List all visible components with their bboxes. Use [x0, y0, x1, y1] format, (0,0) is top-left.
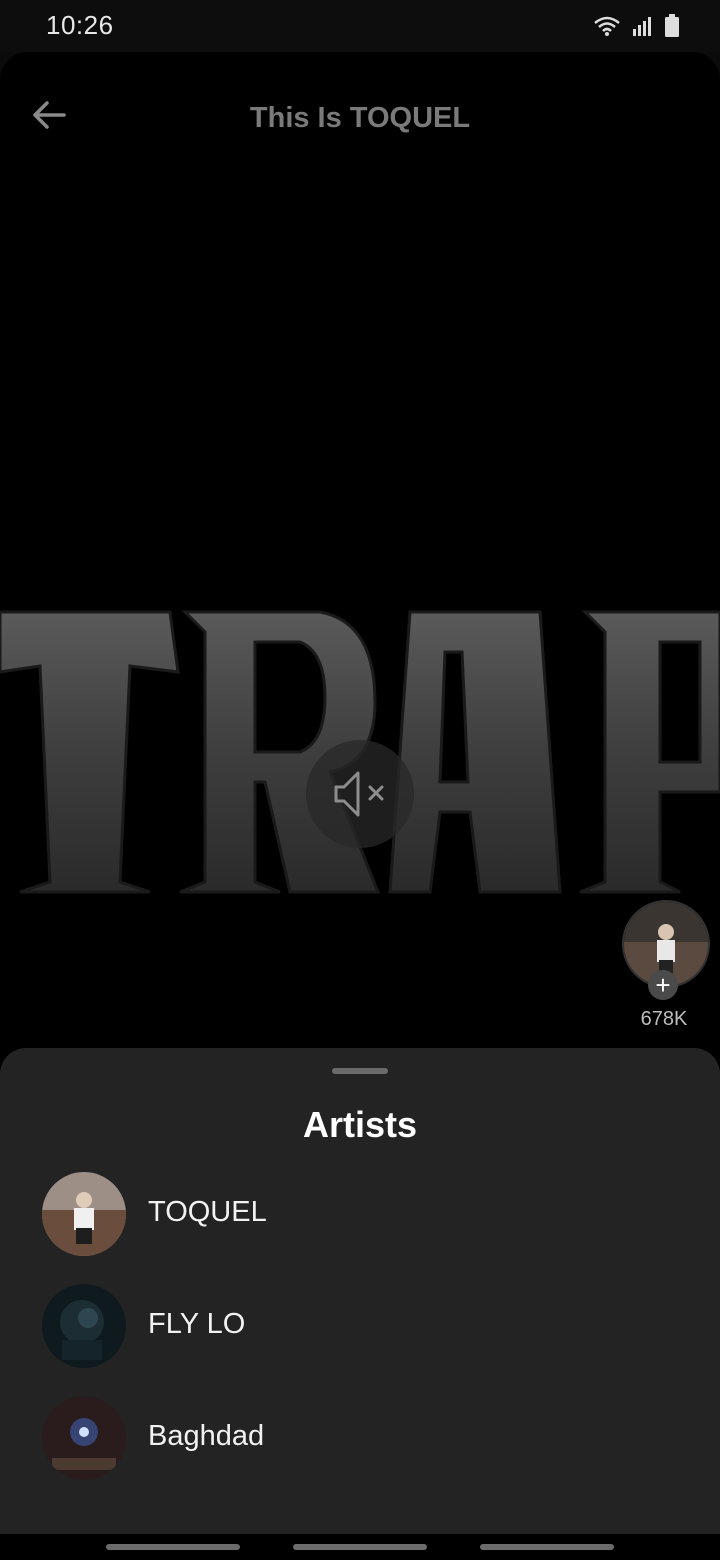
battery-icon — [664, 14, 680, 38]
mute-button[interactable] — [306, 740, 414, 848]
status-icons — [592, 14, 680, 38]
sheet-title: Artists — [302, 1104, 418, 1145]
artist-row-fly-lo[interactable]: FLY LO — [0, 1274, 720, 1374]
nav-recents-button[interactable] — [106, 1544, 240, 1550]
playlist-title: This Is TOQUEL — [249, 102, 471, 134]
speaker-muted-icon — [334, 771, 384, 817]
avatar — [42, 1396, 126, 1480]
like-count: 678K — [640, 1008, 688, 1030]
plus-icon: + — [655, 970, 671, 1000]
status-time: 10:26 — [46, 10, 114, 40]
signal-icon — [632, 15, 654, 37]
video-player[interactable]: This Is TOQUEL + 678K — [0, 52, 720, 1092]
avatar — [42, 1284, 126, 1368]
sheet-handle[interactable] — [332, 1068, 388, 1074]
artist-name: Baghdad — [148, 1420, 265, 1452]
nav-back-button[interactable] — [480, 1544, 614, 1550]
wifi-icon — [592, 15, 622, 37]
navigation-bar — [0, 1534, 720, 1560]
nav-home-button[interactable] — [293, 1544, 427, 1550]
top-bar: This Is TOQUEL — [0, 52, 720, 182]
artist-row-toquel[interactable]: TOQUEL — [0, 1162, 720, 1262]
avatar — [42, 1172, 126, 1256]
artists-sheet: Artists TOQUEL FLY LO Baghdad — [0, 1048, 720, 1534]
artist-name: TOQUEL — [148, 1196, 267, 1228]
artist-row-baghdad[interactable]: Baghdad — [0, 1386, 720, 1486]
status-bar: 10:26 — [0, 0, 720, 52]
artist-name: FLY LO — [148, 1308, 246, 1340]
follow-button[interactable]: + — [648, 970, 678, 1000]
